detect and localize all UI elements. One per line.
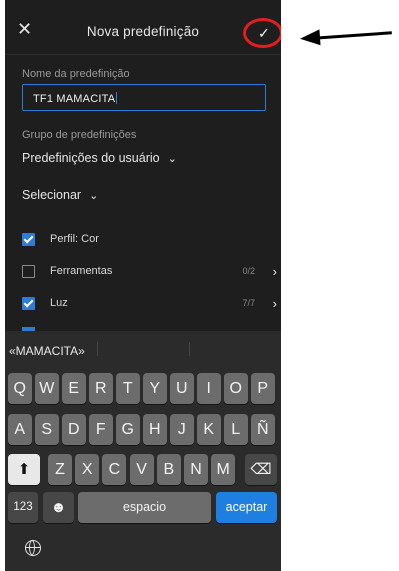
setting-label: Luz <box>50 297 68 309</box>
setting-count: 7/7 <box>242 298 255 308</box>
preset-group-label: Grupo de predefinições <box>22 129 137 141</box>
key-m[interactable]: M <box>211 454 236 485</box>
return-key[interactable]: aceptar <box>216 492 277 523</box>
setting-row-luz[interactable]: Luz 7/7 › <box>22 296 277 314</box>
key-z[interactable]: Z <box>48 454 72 485</box>
check-icon[interactable]: ✓ <box>258 25 270 42</box>
select-label: Selecionar <box>22 188 82 202</box>
key-y[interactable]: Y <box>143 373 167 404</box>
key-k[interactable]: K <box>197 414 221 445</box>
key-c[interactable]: C <box>102 454 127 485</box>
chevron-right-icon[interactable]: › <box>273 264 277 279</box>
key-o[interactable]: O <box>224 373 248 404</box>
preset-name-value: TF1 MAMACITA <box>33 92 118 105</box>
globe-icon[interactable] <box>25 540 41 556</box>
setting-row-perfil[interactable]: Perfil: Cor <box>22 232 277 250</box>
numbers-key[interactable]: 123 <box>8 492 38 523</box>
key-j[interactable]: J <box>170 414 194 445</box>
suggestion-bar: «MAMACITA» <box>5 331 281 367</box>
chevron-down-icon: ⌄ <box>167 153 177 165</box>
select-dropdown[interactable]: Selecionar ⌄ <box>22 188 98 202</box>
key-b[interactable]: B <box>156 454 181 485</box>
key-w[interactable]: W <box>35 373 59 404</box>
key-i[interactable]: I <box>197 373 221 404</box>
space-key[interactable]: espacio <box>78 492 211 523</box>
preset-name-label: Nome da predefinição <box>22 68 130 80</box>
key-p[interactable]: P <box>251 373 275 404</box>
key-n[interactable]: N <box>184 454 208 485</box>
checkbox-checked[interactable] <box>22 297 35 310</box>
annotation-arrow-shaft <box>309 31 392 40</box>
header-bar: ✕ Nova predefinição ✓ <box>5 12 281 55</box>
key-q[interactable]: Q <box>8 373 32 404</box>
preset-screen: ✕ Nova predefinição ✓ Nome da predefiniç… <box>5 0 281 571</box>
key-ñ[interactable]: Ñ <box>251 414 275 445</box>
suggestion-item[interactable]: «MAMACITA» <box>9 344 85 358</box>
preset-name-input[interactable]: TF1 MAMACITA <box>22 84 266 111</box>
divider <box>189 342 190 356</box>
key-u[interactable]: U <box>170 373 194 404</box>
key-x[interactable]: X <box>75 454 100 485</box>
page-title: Nova predefinição <box>86 24 200 39</box>
chevron-down-icon: ⌄ <box>89 190 99 202</box>
setting-label: Ferramentas <box>50 265 113 277</box>
checkbox-unchecked[interactable] <box>22 265 35 278</box>
checkbox-checked[interactable] <box>22 233 35 246</box>
on-screen-keyboard: «MAMACITA» QWERTYUIOP ASDFGHJKLÑ ZXCVBNM… <box>5 331 281 571</box>
delete-key[interactable]: ⌫ <box>245 454 277 485</box>
key-d[interactable]: D <box>62 414 86 445</box>
chevron-right-icon[interactable]: › <box>273 296 277 311</box>
key-f[interactable]: F <box>89 414 113 445</box>
key-t[interactable]: T <box>116 373 140 404</box>
arrow-left-icon <box>299 29 321 47</box>
key-r[interactable]: R <box>89 373 113 404</box>
key-v[interactable]: V <box>129 454 154 485</box>
key-g[interactable]: G <box>116 414 140 445</box>
key-s[interactable]: S <box>35 414 59 445</box>
setting-label: Perfil: Cor <box>50 233 99 245</box>
key-h[interactable]: H <box>143 414 167 445</box>
annotation-circle: ✓ <box>243 18 281 48</box>
key-a[interactable]: A <box>8 414 32 445</box>
key-e[interactable]: E <box>62 373 86 404</box>
shift-key[interactable]: ⬆ <box>8 454 40 485</box>
divider <box>97 342 98 356</box>
emoji-key[interactable]: ☻ <box>43 492 74 523</box>
preset-group-value: Predefinições do usuário <box>22 151 160 165</box>
preset-group-dropdown[interactable]: Predefinições do usuário ⌄ <box>22 151 177 165</box>
text-caret <box>116 92 118 104</box>
setting-count: 0/2 <box>242 266 255 276</box>
setting-row-ferramentas[interactable]: Ferramentas 0/2 › <box>22 264 277 282</box>
key-l[interactable]: L <box>224 414 248 445</box>
